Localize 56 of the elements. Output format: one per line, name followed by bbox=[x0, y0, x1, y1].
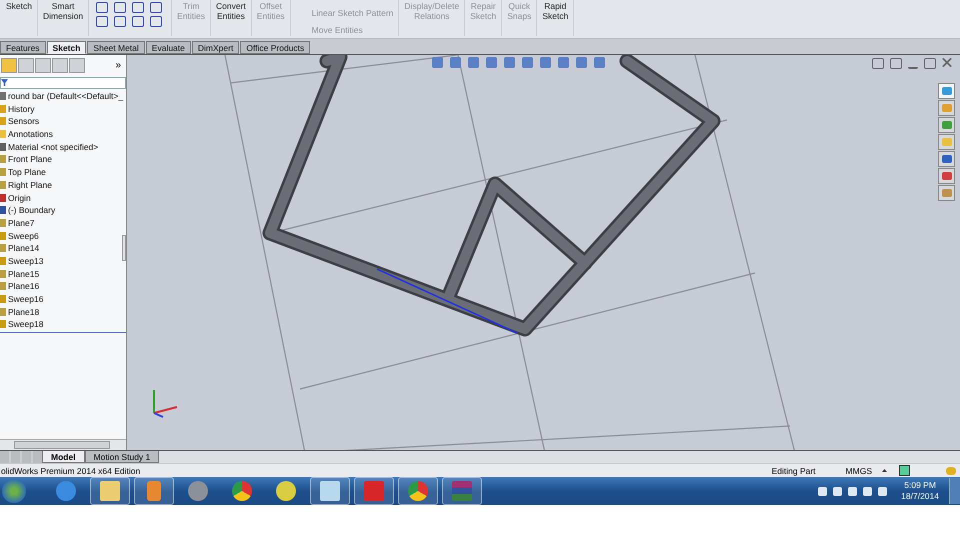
panel-tab-icon[interactable] bbox=[52, 58, 68, 73]
model-tab[interactable]: Model bbox=[42, 451, 85, 464]
tree-item[interactable]: Sweep16 bbox=[8, 294, 44, 304]
tree-item[interactable]: Top Plane bbox=[8, 167, 46, 178]
more-button[interactable]: » bbox=[115, 58, 125, 73]
tree-item[interactable]: Sweep13 bbox=[8, 256, 44, 266]
tree-item[interactable]: Sweep18 bbox=[8, 319, 44, 330]
tree-item[interactable]: Plane15 bbox=[8, 268, 40, 279]
axis-triad-icon bbox=[153, 390, 178, 418]
ribbon-tab[interactable]: Features bbox=[0, 40, 46, 54]
ribbon-command[interactable]: Rapid Sketch bbox=[538, 0, 572, 23]
clock-date[interactable]: 18/7/2014 bbox=[901, 491, 939, 502]
tree-item[interactable]: Sweep6 bbox=[8, 230, 39, 241]
product-name: olidWorks Premium 2014 x64 Edition bbox=[1, 466, 140, 476]
ribbon-tab[interactable]: Sheet Metal bbox=[87, 40, 145, 54]
tree-item[interactable]: Front Plane bbox=[8, 154, 52, 164]
filter-icon bbox=[1, 79, 8, 86]
panel-tab-icon[interactable] bbox=[18, 58, 34, 73]
ribbon-tab[interactable]: Sketch bbox=[46, 40, 86, 54]
panel-tab-icon[interactable] bbox=[69, 58, 85, 73]
clock-time[interactable]: 5:09 PM bbox=[904, 480, 936, 491]
start-button[interactable] bbox=[2, 479, 26, 503]
horizontal-scrollbar[interactable] bbox=[0, 439, 126, 450]
tree-item[interactable]: Plane7 bbox=[8, 218, 34, 228]
ribbon-tab[interactable]: Evaluate bbox=[146, 40, 191, 54]
ribbon-tab[interactable]: DimXpert bbox=[192, 40, 240, 54]
tile-right-icon[interactable] bbox=[890, 58, 902, 69]
tree-item[interactable]: Origin bbox=[8, 192, 31, 203]
tree-item[interactable]: Plane14 bbox=[8, 243, 40, 254]
model-tab[interactable]: Motion Study 1 bbox=[84, 451, 160, 464]
ribbon-command[interactable]: Smart Dimension bbox=[39, 0, 88, 23]
tree-root-label[interactable]: round bar (Default<<Default>_ bbox=[8, 91, 124, 102]
tree-item[interactable]: Plane18 bbox=[8, 306, 40, 317]
close-icon[interactable] bbox=[942, 58, 952, 67]
ribbon-command[interactable]: Sketch bbox=[2, 0, 36, 14]
tray-icons-drawing[interactable] bbox=[818, 486, 888, 496]
tree-item[interactable]: Plane16 bbox=[8, 281, 40, 292]
tree-item[interactable]: Material <not specified> bbox=[8, 142, 98, 152]
units-indicator[interactable]: MMGS bbox=[846, 466, 872, 476]
restore-icon[interactable] bbox=[924, 58, 936, 69]
tile-left-icon[interactable] bbox=[872, 58, 884, 69]
panel-tab-icon[interactable] bbox=[35, 58, 51, 73]
scroll-thumb[interactable] bbox=[14, 441, 110, 450]
ribbon-tab[interactable]: Office Products bbox=[240, 40, 310, 54]
tree-item[interactable]: History bbox=[8, 104, 34, 114]
ribbon-command[interactable]: Convert Entities bbox=[212, 0, 250, 23]
panel-tab-icon[interactable] bbox=[1, 58, 17, 73]
filter-field[interactable] bbox=[0, 76, 126, 89]
tree-item[interactable]: Sensors bbox=[8, 116, 40, 126]
panel-splitter-handle[interactable] bbox=[122, 234, 126, 261]
editing-status: Editing Part bbox=[772, 466, 816, 476]
tree-item[interactable]: Annotations bbox=[8, 129, 53, 140]
caret-icon[interactable] bbox=[882, 469, 887, 472]
tree-item[interactable]: Right Plane bbox=[8, 180, 52, 190]
show-desktop-button[interactable] bbox=[949, 478, 960, 504]
tree-item[interactable]: (-) Boundary bbox=[8, 205, 56, 216]
